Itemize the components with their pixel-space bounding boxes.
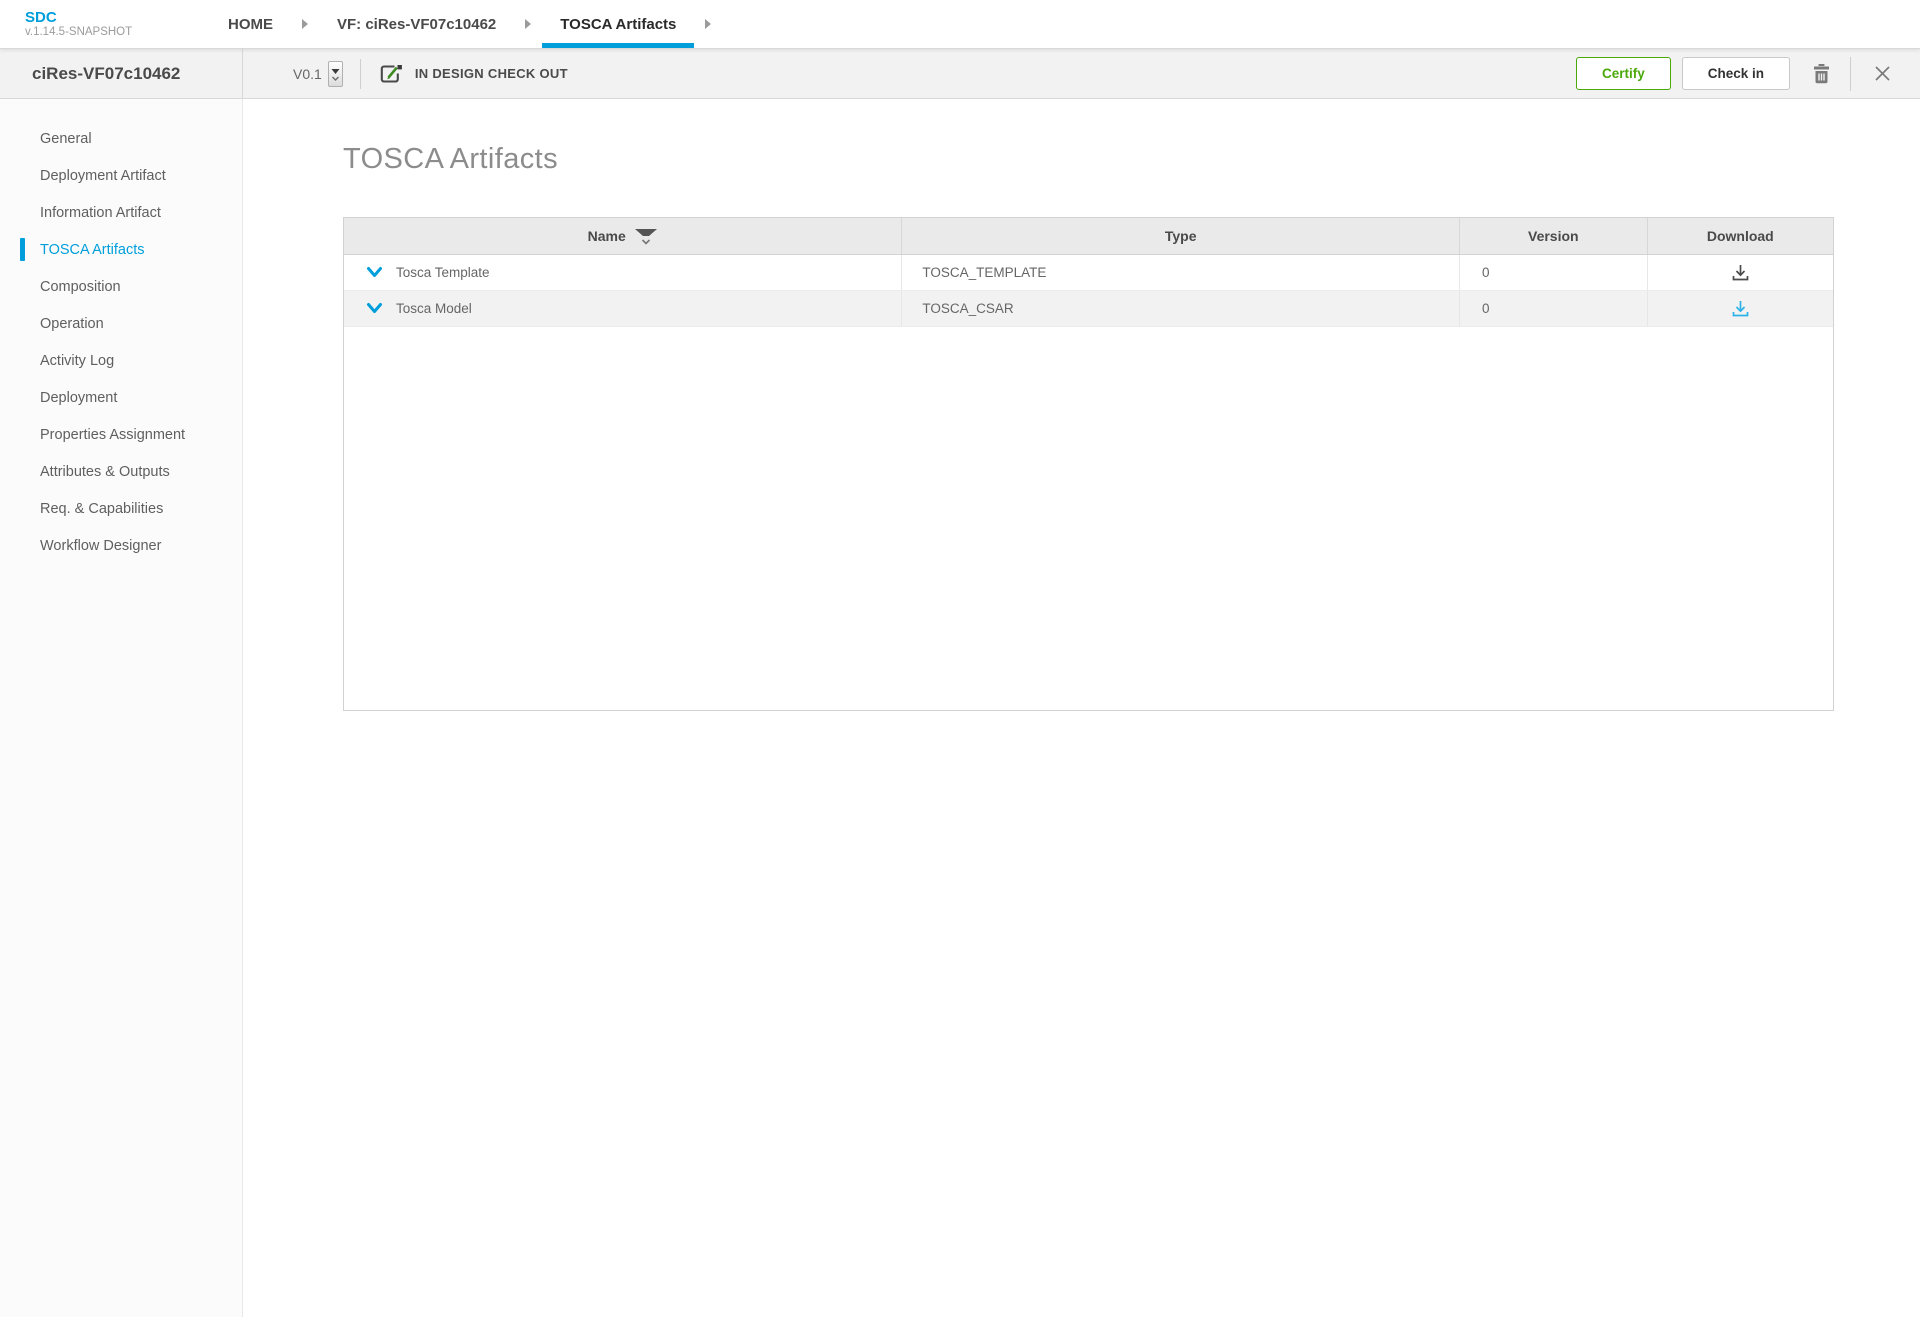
toolbar-actions: Certify Check in [1576, 57, 1920, 91]
column-header-name[interactable]: Name [344, 218, 902, 254]
cell-download [1648, 291, 1833, 326]
cell-version: 0 [1460, 291, 1648, 326]
page-title: TOSCA Artifacts [343, 143, 1920, 176]
artifact-name: Tosca Model [396, 301, 472, 316]
download-tray-icon [1730, 262, 1751, 283]
sidebar-item-properties-assignment[interactable]: Properties Assignment [0, 416, 242, 453]
download-button[interactable] [1728, 296, 1753, 321]
artifact-type: TOSCA_TEMPLATE [922, 265, 1046, 280]
column-header-label: Type [1165, 228, 1197, 244]
trash-icon [1811, 62, 1832, 85]
pencil-square-icon [378, 62, 404, 86]
artifact-version: 0 [1482, 301, 1490, 316]
breadcrumb-home[interactable]: HOME [210, 0, 291, 48]
status-text: IN DESIGN CHECK OUT [415, 66, 568, 81]
column-header-label: Version [1528, 228, 1579, 244]
toolbar-divider [360, 59, 361, 89]
close-icon [1873, 64, 1892, 83]
column-header-label: Download [1707, 228, 1774, 244]
sdc-logo[interactable]: SDC v.1.14.5-SNAPSHOT [25, 0, 210, 48]
sort-filter-icon[interactable] [634, 228, 658, 246]
table-row-tosca-template: Tosca Template TOSCA_TEMPLATE 0 [344, 255, 1833, 291]
close-button[interactable] [1869, 60, 1896, 87]
toolbar-main: V0.1 IN DESIGN CHECK OUT Certify Check i… [243, 49, 1920, 98]
column-header-download[interactable]: Download [1648, 218, 1833, 254]
column-header-label: Name [588, 228, 626, 244]
sidebar-item-label: Deployment [40, 390, 117, 406]
sidebar-item-label: Req. & Capabilities [40, 501, 163, 517]
sidebar-item-label: TOSCA Artifacts [40, 242, 145, 258]
app-title: SDC [25, 10, 210, 26]
sidebar-item-label: Properties Assignment [40, 427, 185, 443]
caret-right-icon [525, 19, 531, 29]
sidebar-item-operation[interactable]: Operation [0, 305, 242, 342]
cell-download [1648, 255, 1833, 290]
sidebar-item-deployment-artifact[interactable]: Deployment Artifact [0, 157, 242, 194]
download-tray-icon [1730, 298, 1751, 319]
sidebar-item-deployment[interactable]: Deployment [0, 379, 242, 416]
app-version: v.1.14.5-SNAPSHOT [25, 26, 210, 39]
caret-right-icon [705, 19, 711, 29]
sidebar-item-general[interactable]: General [0, 120, 242, 157]
sidebar-item-label: Composition [40, 279, 121, 295]
top-header: SDC v.1.14.5-SNAPSHOT HOME VF: ciRes-VF0… [0, 0, 1920, 49]
cell-name: Tosca Model [344, 291, 902, 326]
version-label: V0.1 [293, 66, 322, 82]
artifact-version: 0 [1482, 265, 1490, 280]
sidebar-item-label: Operation [40, 316, 104, 332]
entity-header: ciRes-VF07c10462 [0, 49, 243, 98]
sidebar-item-tosca-artifacts[interactable]: TOSCA Artifacts [0, 231, 242, 268]
cell-version: 0 [1460, 255, 1648, 290]
active-indicator [20, 238, 25, 261]
toolbar: ciRes-VF07c10462 V0.1 IN DESIGN CHECK OU… [0, 49, 1920, 99]
sidebar: General Deployment Artifact Information … [0, 99, 243, 1317]
main-content: TOSCA Artifacts Name Type Version [243, 99, 1920, 1317]
chevron-down-icon[interactable] [366, 266, 383, 279]
check-in-button[interactable]: Check in [1682, 57, 1790, 90]
sidebar-item-label: Activity Log [40, 353, 114, 369]
sidebar-item-attributes-outputs[interactable]: Attributes & Outputs [0, 453, 242, 490]
sidebar-item-composition[interactable]: Composition [0, 268, 242, 305]
column-header-type[interactable]: Type [902, 218, 1460, 254]
sidebar-item-activity-log[interactable]: Activity Log [0, 342, 242, 379]
lifecycle-status: IN DESIGN CHECK OUT [378, 62, 568, 86]
sidebar-item-label: Information Artifact [40, 205, 161, 221]
cell-type: TOSCA_CSAR [902, 291, 1460, 326]
sidebar-item-workflow-designer[interactable]: Workflow Designer [0, 527, 242, 564]
download-button[interactable] [1728, 260, 1753, 285]
cell-name: Tosca Template [344, 255, 902, 290]
spinner-arrows-icon [330, 65, 341, 83]
version-selector[interactable] [328, 61, 343, 87]
delete-button[interactable] [1807, 58, 1836, 89]
column-header-version[interactable]: Version [1460, 218, 1648, 254]
page-body: General Deployment Artifact Information … [0, 99, 1920, 1317]
cell-type: TOSCA_TEMPLATE [902, 255, 1460, 290]
chevron-down-icon[interactable] [366, 302, 383, 315]
artifact-name: Tosca Template [396, 265, 490, 280]
certify-button[interactable]: Certify [1576, 57, 1671, 90]
caret-right-icon [302, 19, 308, 29]
sidebar-item-information-artifact[interactable]: Information Artifact [0, 194, 242, 231]
sidebar-item-label: Deployment Artifact [40, 168, 166, 184]
tosca-artifacts-table: Name Type Version Download [343, 217, 1834, 711]
table-header-row: Name Type Version Download [344, 218, 1833, 255]
breadcrumb-vf[interactable]: VF: ciRes-VF07c10462 [319, 0, 514, 48]
actions-divider [1850, 57, 1851, 91]
breadcrumb-tosca-artifacts[interactable]: TOSCA Artifacts [542, 0, 694, 48]
sidebar-item-label: Attributes & Outputs [40, 464, 170, 480]
artifact-type: TOSCA_CSAR [922, 301, 1013, 316]
table-row-tosca-model: Tosca Model TOSCA_CSAR 0 [344, 291, 1833, 327]
sidebar-item-req-capabilities[interactable]: Req. & Capabilities [0, 490, 242, 527]
breadcrumb: HOME VF: ciRes-VF07c10462 TOSCA Artifact… [210, 0, 722, 48]
sidebar-item-label: Workflow Designer [40, 538, 161, 554]
sidebar-item-label: General [40, 131, 92, 147]
entity-name: ciRes-VF07c10462 [32, 64, 180, 84]
